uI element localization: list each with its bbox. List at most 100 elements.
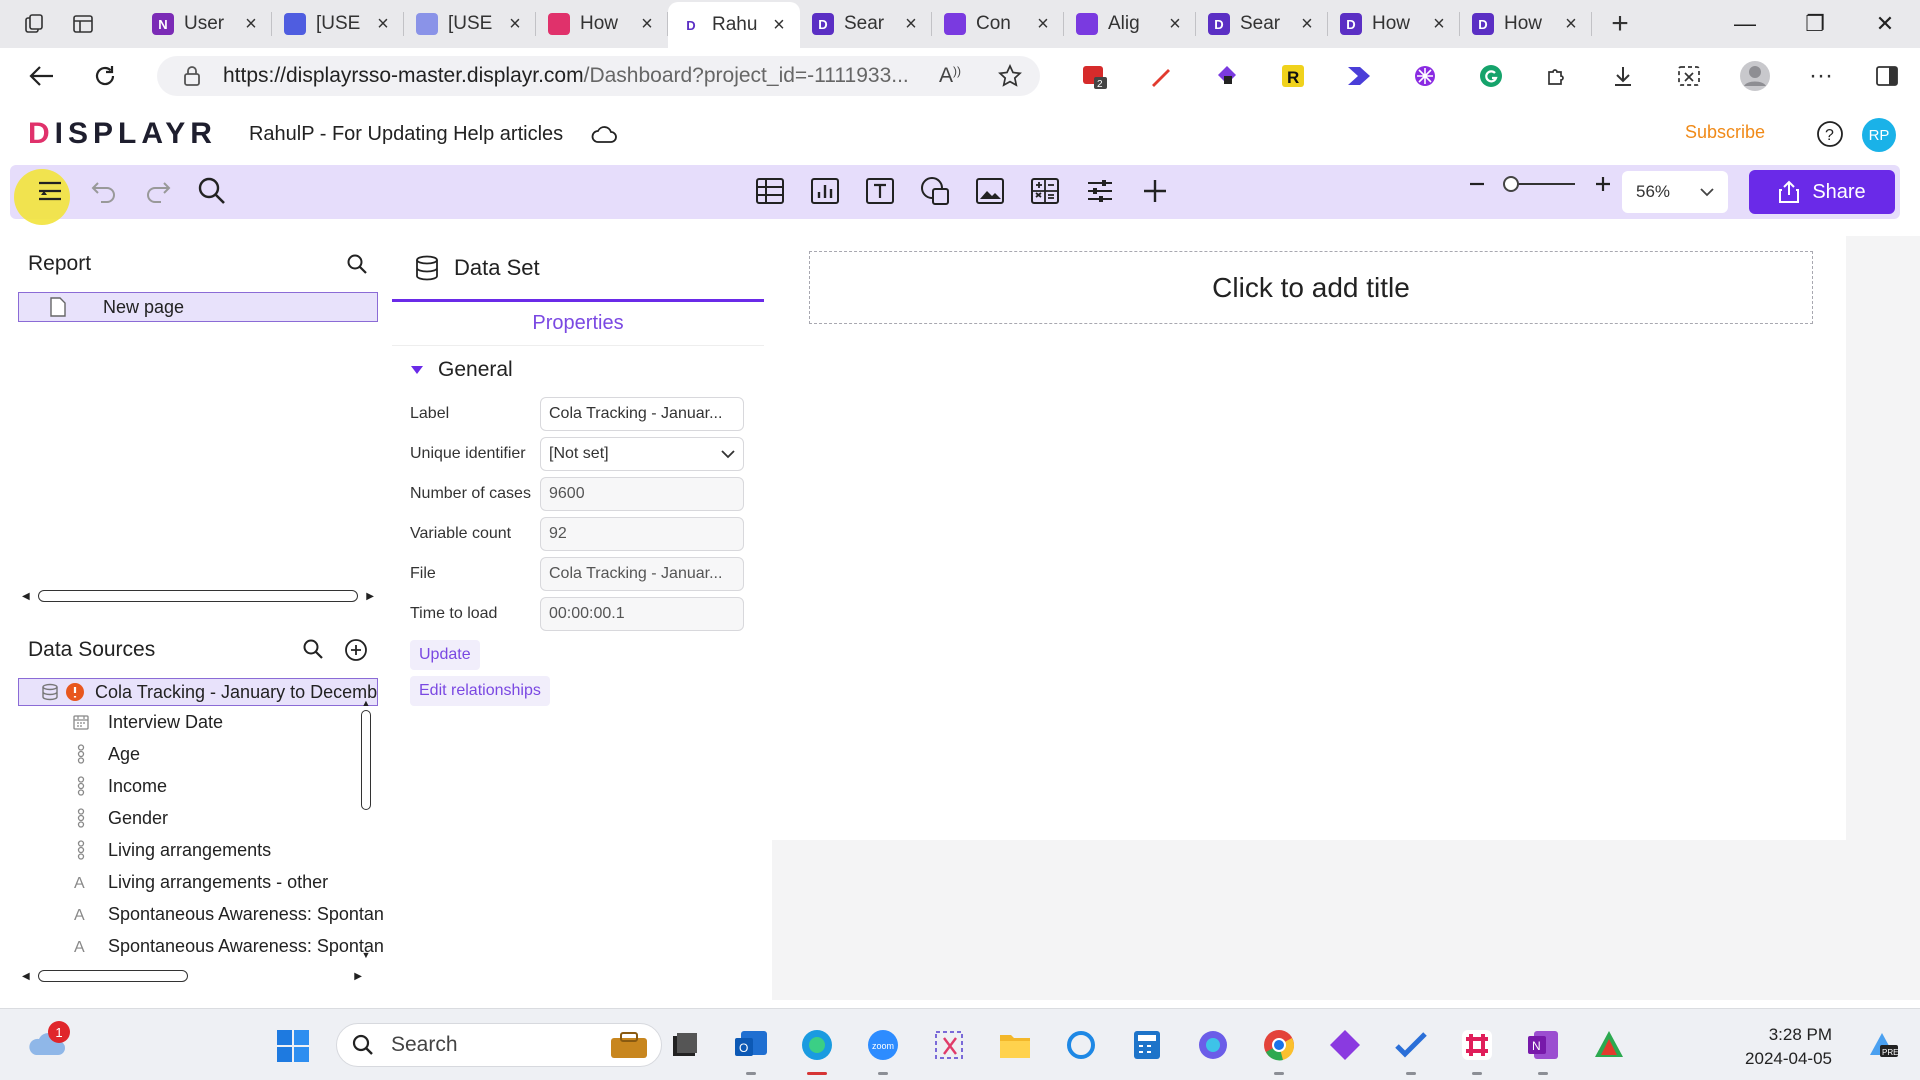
favorite-star-icon[interactable] (980, 64, 1040, 88)
browser-tab[interactable]: [USE × (404, 0, 536, 48)
browser-tab[interactable]: [USE × (272, 0, 404, 48)
browser-tab[interactable]: Con × (932, 0, 1064, 48)
zoom-out-button[interactable] (1465, 175, 1489, 193)
chrome-icon[interactable] (1254, 1021, 1304, 1075)
page-title-placeholder[interactable]: Click to add title (809, 251, 1813, 324)
grammarly-icon[interactable] (1458, 48, 1524, 104)
cortana-icon[interactable] (1056, 1021, 1106, 1069)
workspaces-icon[interactable] (24, 13, 46, 35)
label-input[interactable]: Cola Tracking - Januar... (540, 397, 744, 431)
outlook-new-icon[interactable]: O (726, 1021, 776, 1075)
close-tab-icon[interactable]: × (506, 13, 524, 36)
close-tab-icon[interactable]: × (1166, 13, 1184, 36)
close-tab-icon[interactable]: × (1562, 13, 1580, 36)
close-tab-icon[interactable]: × (902, 13, 920, 36)
edge-browser-icon[interactable] (792, 1021, 842, 1075)
variable-item[interactable]: Income (12, 770, 384, 802)
help-icon[interactable]: ? (1816, 120, 1844, 148)
toolbar-search-button[interactable] (194, 173, 230, 209)
calculation-button[interactable] (1027, 173, 1063, 209)
shapes-button[interactable] (917, 173, 953, 209)
acrobat-icon[interactable] (1584, 1021, 1634, 1069)
variable-item[interactable]: A Spontaneous Awareness: Spontaneous awar… (12, 898, 384, 930)
variable-item[interactable]: Age (12, 738, 384, 770)
update-button[interactable]: Update (410, 640, 480, 670)
more-menu-icon[interactable]: ··· (1788, 48, 1854, 104)
file-explorer-icon[interactable] (990, 1021, 1040, 1069)
unique-identifier-select[interactable]: [Not set] (540, 437, 744, 471)
report-page-item[interactable]: New page (18, 292, 378, 322)
text-box-button[interactable] (862, 173, 898, 209)
close-tab-icon[interactable]: × (770, 14, 788, 37)
data-sources-horizontal-scrollbar[interactable]: ◀ ▶ (22, 966, 362, 986)
copilot-preview-icon[interactable]: PRE (1864, 1027, 1900, 1063)
data-sources-search-icon[interactable] (302, 638, 324, 662)
browser-tab[interactable]: How × (536, 0, 668, 48)
extension-sparkle-icon[interactable] (1392, 48, 1458, 104)
table-button[interactable] (752, 173, 788, 209)
zoom-select[interactable]: 56% (1622, 171, 1728, 213)
redo-button[interactable] (140, 173, 176, 209)
report-page-canvas[interactable]: Click to add title (772, 236, 1846, 840)
browser-tab[interactable]: D Sear × (800, 0, 932, 48)
restore-button[interactable]: ❐ (1780, 0, 1850, 48)
browser-tab[interactable]: Alig × (1064, 0, 1196, 48)
screenshot-icon[interactable] (1656, 48, 1722, 104)
add-button[interactable] (1137, 173, 1173, 209)
browser-tab[interactable]: D How × (1328, 0, 1460, 48)
read-aloud-icon[interactable]: A)) (920, 64, 980, 88)
taskbar-clock[interactable]: 3:28 PM 2024-04-05 (1745, 1023, 1832, 1071)
extension-arrow-icon[interactable] (1326, 48, 1392, 104)
displayr-logo[interactable]: DISPLAYR (28, 117, 217, 151)
close-tab-icon[interactable]: × (1298, 13, 1316, 36)
edit-relationships-button[interactable]: Edit relationships (410, 676, 550, 706)
image-button[interactable] (972, 173, 1008, 209)
extension-pen-icon[interactable] (1128, 48, 1194, 104)
browser-tab[interactable]: D Sear × (1196, 0, 1328, 48)
extension-r-icon[interactable]: R (1260, 48, 1326, 104)
close-tab-icon[interactable]: × (1034, 13, 1052, 36)
tab-actions-icon[interactable] (72, 13, 94, 35)
variable-item[interactable]: Living arrangements (12, 834, 384, 866)
chart-button[interactable] (807, 173, 843, 209)
onenote-icon[interactable]: N (1518, 1021, 1568, 1075)
slack-icon[interactable] (1452, 1021, 1502, 1075)
user-avatar[interactable]: RP (1862, 118, 1896, 152)
chevron-down-icon[interactable] (721, 449, 735, 459)
close-tab-icon[interactable]: × (638, 13, 656, 36)
menu-button[interactable] (32, 173, 68, 209)
zoom-slider[interactable] (1503, 176, 1575, 192)
variable-item[interactable]: Interview Date (12, 706, 384, 738)
close-tab-icon[interactable]: × (1430, 13, 1448, 36)
data-sources-vertical-scrollbar[interactable]: ▲ ▼ (360, 694, 372, 994)
variable-item[interactable]: A Living arrangements - other (12, 866, 384, 898)
zoom-app-icon[interactable]: zoom (858, 1021, 908, 1075)
minimize-button[interactable]: — (1710, 0, 1780, 48)
extension-lock-icon[interactable] (1194, 48, 1260, 104)
project-title[interactable]: RahulP - For Updating Help articles (249, 123, 563, 146)
variable-item[interactable]: A Spontaneous Awareness: Spontaneous awar… (12, 930, 384, 962)
downloads-icon[interactable] (1590, 48, 1656, 104)
variable-item[interactable]: Gender (12, 802, 384, 834)
url-text[interactable]: https://displayrsso-master.displayr.com/… (223, 64, 920, 88)
taskbar-search[interactable]: Search (336, 1023, 662, 1067)
tab-properties[interactable]: Properties (392, 302, 764, 346)
browser-tab[interactable]: D How × (1460, 0, 1592, 48)
add-data-source-icon[interactable] (344, 638, 368, 662)
report-search-icon[interactable] (346, 253, 368, 275)
new-tab-button[interactable]: + (1592, 7, 1648, 41)
general-section-toggle[interactable]: General (392, 346, 764, 394)
browser-tab[interactable]: D Rahu × (668, 2, 800, 48)
report-horizontal-scrollbar[interactable]: ◀ ▶ (22, 586, 374, 606)
reload-button[interactable] (73, 48, 136, 104)
zoom-slider-knob[interactable] (1503, 176, 1519, 192)
close-tab-icon[interactable]: × (374, 13, 392, 36)
extension-calendar-icon[interactable]: 2 (1062, 48, 1128, 104)
back-button[interactable] (10, 48, 73, 104)
profile-icon[interactable] (1722, 48, 1788, 104)
task-view-icon[interactable] (660, 1021, 710, 1069)
share-button[interactable]: Share (1749, 170, 1895, 214)
todo-icon[interactable] (1386, 1021, 1436, 1075)
purple-app-icon[interactable] (1320, 1021, 1370, 1069)
sidebar-toggle-icon[interactable] (1854, 48, 1920, 104)
